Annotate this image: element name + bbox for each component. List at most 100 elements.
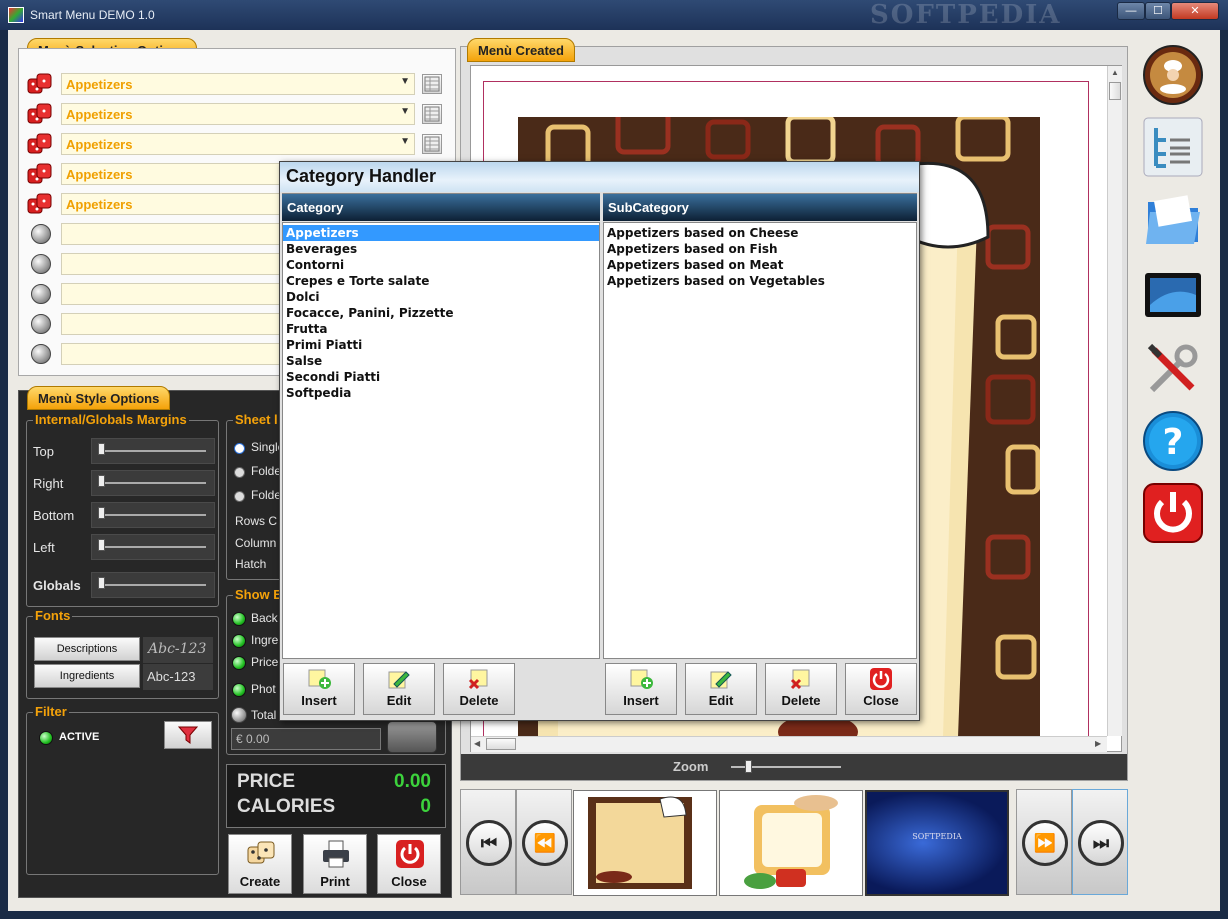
slider-knob[interactable] <box>98 443 105 455</box>
margin-label: Globals <box>33 578 81 593</box>
last-page-button[interactable]: ⏭ <box>1072 789 1128 895</box>
margin-slider[interactable] <box>91 572 215 598</box>
subcategory-list[interactable]: Appetizers based on Cheese Appetizers bas… <box>603 222 917 659</box>
dialog-close-button[interactable]: Close <box>845 663 917 715</box>
menu-created-tab[interactable]: Menù Created <box>467 38 575 62</box>
subcategory-item[interactable]: Appetizers based on Cheese <box>604 225 916 241</box>
category-item[interactable]: Beverages <box>283 241 599 257</box>
category-combo[interactable]: Appetizers ▼ <box>61 73 415 95</box>
category-insert-button[interactable]: Insert <box>283 663 355 715</box>
tree-structure-icon[interactable] <box>1142 116 1204 178</box>
total-toggle[interactable] <box>231 707 247 723</box>
minimize-button[interactable]: — <box>1117 2 1145 20</box>
show-toggle-led[interactable] <box>232 683 246 697</box>
subcategory-insert-button[interactable]: Insert <box>605 663 677 715</box>
vertical-scrollbar[interactable]: ▲ <box>1107 66 1122 736</box>
category-item[interactable]: Primi Piatti <box>283 337 599 353</box>
category-combo-value: Appetizers <box>66 107 133 122</box>
category-item[interactable]: Secondi Piatti <box>283 369 599 385</box>
category-table-button[interactable] <box>422 134 442 154</box>
margin-slider[interactable] <box>91 502 215 528</box>
grid-icon <box>424 76 440 92</box>
show-option-label: Total <box>251 708 277 722</box>
tools-icon[interactable] <box>1142 338 1204 400</box>
descriptions-font-button[interactable]: Descriptions <box>34 637 140 661</box>
first-page-button[interactable]: ⏮ <box>460 789 516 895</box>
create-label: Create <box>239 874 281 889</box>
chevron-down-icon[interactable]: ▼ <box>400 106 410 117</box>
subcategory-delete-button[interactable]: Delete <box>765 663 837 715</box>
edit-icon <box>388 671 410 689</box>
close-button[interactable]: Close <box>377 834 441 894</box>
show-toggle-led[interactable] <box>232 634 246 648</box>
ingredients-font-button[interactable]: Ingredients <box>34 664 140 688</box>
template-thumbnail-1[interactable] <box>573 790 717 896</box>
subcategory-item[interactable]: Appetizers based on Fish <box>604 241 916 257</box>
sheet-folded-radio-1[interactable] <box>234 467 245 478</box>
subcategory-item[interactable]: Appetizers based on Vegetables <box>604 273 916 289</box>
print-button[interactable]: Print <box>303 834 367 894</box>
margin-slider[interactable] <box>91 438 215 464</box>
category-item[interactable]: Crepes e Torte salate <box>283 273 599 289</box>
category-table-button[interactable] <box>422 74 442 94</box>
scroll-up-arrow[interactable]: ▲ <box>1111 68 1119 77</box>
show-toggle-led[interactable] <box>232 656 246 670</box>
category-item[interactable]: Contorni <box>283 257 599 273</box>
category-combo[interactable]: Appetizers ▼ <box>61 133 415 155</box>
template-thumbnail-3[interactable]: SOFTPEDIA <box>865 790 1009 896</box>
next-page-button[interactable]: ⏩ <box>1016 789 1072 895</box>
subcategory-edit-button[interactable]: Edit <box>685 663 757 715</box>
scroll-right-arrow[interactable]: ▶ <box>1095 739 1101 748</box>
category-item[interactable]: Softpedia <box>283 385 599 401</box>
dialog-title: Category Handler <box>280 162 919 192</box>
price-value: 0.00 <box>394 771 431 792</box>
close-window-button[interactable]: ✕ <box>1171 2 1219 20</box>
total-field[interactable]: € 0.00 <box>231 728 381 750</box>
create-button[interactable]: Create <box>228 834 292 894</box>
insert-icon <box>308 669 331 689</box>
category-combo[interactable]: Appetizers ▼ <box>61 103 415 125</box>
category-item[interactable]: Salse <box>283 353 599 369</box>
zoom-slider[interactable] <box>731 760 841 773</box>
restaurant-icon[interactable] <box>1142 44 1204 106</box>
category-item[interactable]: Frutta <box>283 321 599 337</box>
category-list[interactable]: Appetizers Beverages Contorni Crepes e Tort… <box>282 222 600 659</box>
sheet-folded-radio-2[interactable] <box>234 491 245 502</box>
folders-icon[interactable] <box>1142 190 1204 252</box>
empty-slot-indicator <box>31 344 51 364</box>
show-toggle-led[interactable] <box>232 612 246 626</box>
filter-button[interactable] <box>164 721 212 749</box>
style-tab[interactable]: Menù Style Options <box>27 386 171 410</box>
calories-label: CALORIES <box>237 796 336 817</box>
monitor-icon[interactable] <box>1142 265 1204 327</box>
previous-page-button[interactable]: ⏪ <box>516 789 572 895</box>
category-edit-button[interactable]: Edit <box>363 663 435 715</box>
category-item[interactable]: Focacce, Panini, Pizzette <box>283 305 599 321</box>
horizontal-scroll-thumb[interactable] <box>486 738 516 750</box>
chevron-down-icon[interactable]: ▼ <box>400 76 410 87</box>
margin-slider[interactable] <box>91 534 215 560</box>
slider-knob[interactable] <box>98 507 105 519</box>
category-table-button[interactable] <box>422 104 442 124</box>
slider-knob[interactable] <box>98 475 105 487</box>
maximize-button[interactable]: ☐ <box>1145 2 1171 20</box>
horizontal-scrollbar[interactable]: ◀ ▶ <box>471 736 1107 752</box>
chevron-down-icon[interactable]: ▼ <box>400 136 410 147</box>
slider-knob[interactable] <box>98 539 105 551</box>
category-item[interactable]: Appetizers <box>283 225 599 241</box>
dialog-close-label: Close <box>863 693 899 708</box>
sheet-single-radio[interactable] <box>234 443 245 454</box>
margin-slider[interactable] <box>91 470 215 496</box>
subcategory-item[interactable]: Appetizers based on Meat <box>604 257 916 273</box>
category-item[interactable]: Dolci <box>283 289 599 305</box>
power-icon[interactable] <box>1142 482 1204 544</box>
vertical-scroll-thumb[interactable] <box>1109 82 1121 100</box>
help-icon[interactable]: ? <box>1142 410 1204 472</box>
zoom-slider-knob[interactable] <box>745 760 752 773</box>
scroll-left-arrow[interactable]: ◀ <box>474 739 480 748</box>
category-insert-label: Insert <box>301 693 337 708</box>
category-delete-button[interactable]: Delete <box>443 663 515 715</box>
template-thumbnail-2[interactable] <box>719 790 863 896</box>
total-stepper[interactable] <box>387 721 437 753</box>
slider-knob[interactable] <box>98 577 105 589</box>
